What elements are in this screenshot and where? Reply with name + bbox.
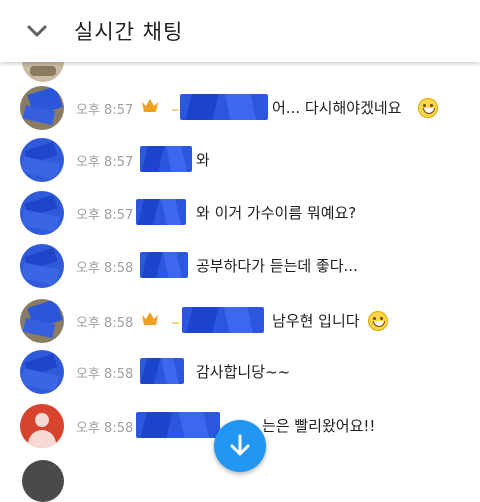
- message-text: 와 이거 가수이름 뭐예요?: [196, 204, 357, 222]
- chat-message: 오후 8:58 _ 남우현 입니다: [0, 297, 480, 347]
- message-time: 오후 8:58: [76, 421, 134, 436]
- avatar[interactable]: [20, 191, 64, 235]
- arrow-down-icon: [230, 434, 250, 456]
- message-time: 오후 8:57: [76, 103, 134, 118]
- chat-message: 오후 8:57 와 이거 가수이름 뭐예요?: [0, 189, 480, 239]
- message-text: 감사합니당~~: [196, 363, 291, 381]
- message-text: 공부하다가 듣는데 좋다...: [196, 257, 358, 275]
- smile-emoji-icon: [368, 311, 388, 331]
- crown-icon: [142, 99, 158, 112]
- author-name-redacted[interactable]: [136, 412, 220, 438]
- message-text: 어... 다시해야겠네요: [272, 99, 402, 117]
- chat-message: 오후 8:57 와: [0, 136, 480, 186]
- scroll-to-bottom-button[interactable]: [214, 420, 266, 472]
- avatar[interactable]: [20, 244, 64, 288]
- crown-icon: [142, 312, 158, 325]
- chat-message: 오후 8:58 감사합니당~~: [0, 348, 480, 398]
- avatar[interactable]: [20, 404, 64, 448]
- author-name-redacted[interactable]: [182, 307, 264, 333]
- message-text: 는은 빨리왔어요!!: [262, 417, 376, 435]
- avatar[interactable]: [20, 138, 64, 182]
- page-title: 실시간 채팅: [74, 20, 184, 44]
- chat-message: 오후 8:57 _ 어... 다시해야겠네요: [0, 84, 480, 134]
- avatar[interactable]: [20, 350, 64, 394]
- message-time: 오후 8:58: [76, 261, 134, 276]
- smile-emoji-icon: [418, 98, 438, 118]
- message-time: 오후 8:57: [76, 208, 134, 223]
- message-time: 오후 8:58: [76, 367, 134, 382]
- author-name-redacted[interactable]: [180, 94, 268, 120]
- avatar[interactable]: [20, 299, 64, 343]
- chevron-down-icon[interactable]: [24, 19, 50, 43]
- message-text: 남우현 입니다: [272, 312, 360, 330]
- author-name-redacted[interactable]: [136, 199, 186, 225]
- chat-header: 실시간 채팅: [0, 0, 480, 62]
- author-name-redacted[interactable]: [140, 146, 192, 172]
- message-text: 와: [196, 151, 210, 169]
- avatar[interactable]: [20, 86, 64, 130]
- avatar[interactable]: [22, 460, 64, 502]
- author-name-redacted[interactable]: [140, 252, 188, 278]
- message-time: 오후 8:58: [76, 316, 134, 331]
- message-time: 오후 8:57: [76, 155, 134, 170]
- chat-message: 오후 8:58 공부하다가 듣는데 좋다...: [0, 242, 480, 292]
- author-name-redacted[interactable]: [140, 358, 184, 384]
